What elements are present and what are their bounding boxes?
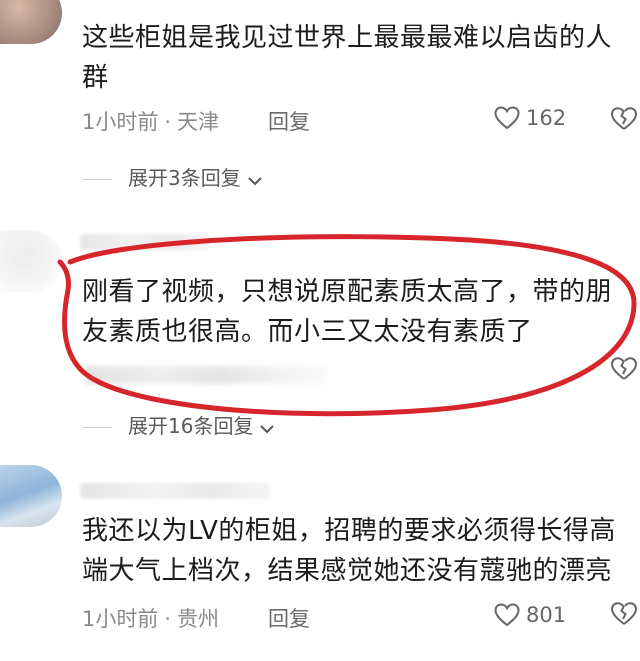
expand-replies-button[interactable]: 展开16条回复 xyxy=(82,410,275,439)
like-button[interactable]: 801 xyxy=(494,603,566,627)
username-blurred xyxy=(80,483,270,499)
meta-separator: · xyxy=(164,110,172,134)
divider-line xyxy=(82,427,112,428)
broken-heart-icon xyxy=(610,357,638,380)
reply-button[interactable]: 回复 xyxy=(268,106,310,136)
dislike-button[interactable] xyxy=(610,601,638,631)
comment-location: 天津 xyxy=(177,110,220,134)
avatar[interactable] xyxy=(0,0,62,44)
avatar[interactable] xyxy=(0,230,62,292)
expand-replies-button[interactable]: 展开3条回复 xyxy=(82,162,263,191)
like-button[interactable]: 162 xyxy=(494,106,566,130)
comment-meta: 1小时前 · 天津 xyxy=(82,106,219,136)
heart-outline-icon xyxy=(494,106,520,130)
comment-text: 这些柜姐是我见过世界上最最最难以启齿的人群 xyxy=(82,23,613,93)
comment-item: 这些柜姐是我见过世界上最最最难以启齿的人群 1小时前 · 天津 回复 162 展开3… xyxy=(0,0,640,200)
comment-text: 我还以为LV的柜姐，招聘的要求必须得长得高端大气上档次，结果感觉她还没有蔻驰的漂… xyxy=(82,516,616,586)
meta-separator: · xyxy=(164,607,172,631)
reply-button[interactable]: 回复 xyxy=(268,603,310,633)
comment-item: 刚看了视频，只想说原配素质太高了，带的朋友素质也很高。而小三又太没有素质了 展开… xyxy=(0,220,640,450)
like-count: 801 xyxy=(526,603,567,627)
comment-time: 1小时前 xyxy=(82,110,159,134)
dislike-button[interactable] xyxy=(610,106,638,136)
comment-meta: 1小时前 · 贵州 xyxy=(82,603,219,633)
username-blurred xyxy=(80,234,210,250)
comment-time: 1小时前 xyxy=(82,607,159,631)
comment-meta-obscured xyxy=(86,366,326,384)
expand-label: 展开3条回复 xyxy=(128,166,241,190)
divider-line xyxy=(82,179,112,180)
chevron-down-icon xyxy=(248,177,262,186)
comment-location: 贵州 xyxy=(177,607,220,631)
comment-text: 刚看了视频，只想说原配素质太高了，带的朋友素质也很高。而小三又太没有素质了 xyxy=(82,277,613,347)
comment-list: 这些柜姐是我见过世界上最最最难以启齿的人群 1小时前 · 天津 回复 162 展开3… xyxy=(0,0,640,661)
comment-item: 我还以为LV的柜姐，招聘的要求必须得长得高端大气上档次，结果感觉她还没有蔻驰的漂… xyxy=(0,465,640,661)
chevron-down-icon xyxy=(260,425,275,434)
expand-label: 展开16条回复 xyxy=(128,414,254,438)
avatar[interactable] xyxy=(0,465,62,527)
heart-outline-icon xyxy=(494,603,520,627)
broken-heart-icon xyxy=(610,107,638,130)
broken-heart-icon xyxy=(610,602,638,625)
dislike-button[interactable] xyxy=(610,356,638,386)
like-count: 162 xyxy=(526,106,567,130)
